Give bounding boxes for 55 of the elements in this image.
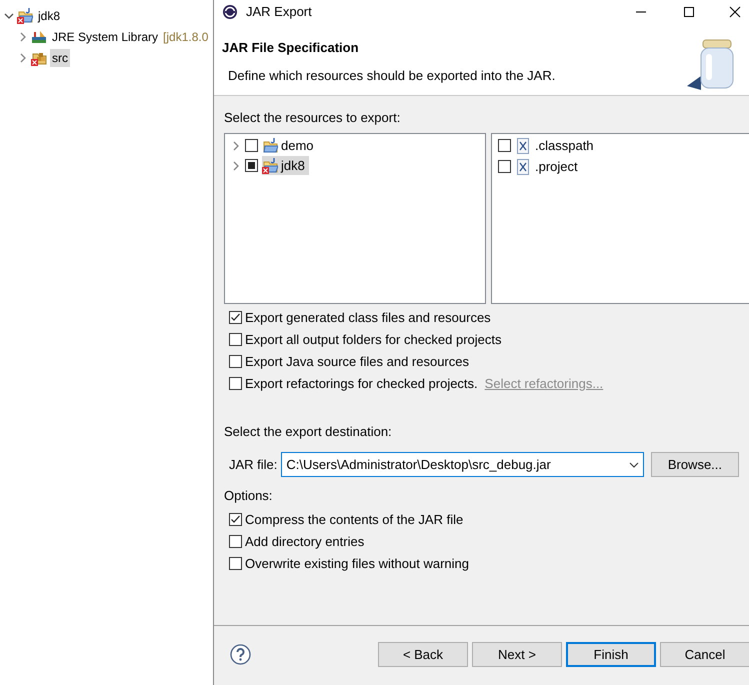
item-label: jdk8 (281, 156, 305, 175)
checkbox-label[interactable]: Export generated class files and resources (245, 308, 491, 328)
chevron-down-icon[interactable] (4, 11, 14, 21)
dialog-button[interactable]: < Back (378, 642, 468, 667)
checkbox[interactable] (229, 311, 242, 324)
page-description: Define which resources should be exported into the JAR. (228, 66, 556, 85)
checkbox-label[interactable]: Export Java source files and resources (245, 352, 469, 372)
dialog-button[interactable]: Cancel (660, 642, 749, 667)
item-label: demo (281, 136, 314, 155)
checkbox-label[interactable]: Export all output folders for checked projects (245, 330, 502, 350)
file-list[interactable]: .classpath .project (491, 132, 749, 304)
chevron-right-icon[interactable] (231, 160, 241, 170)
checkbox-label[interactable]: Add directory entries (245, 532, 364, 552)
tree-item-decoration: [jdk1.8.0 (163, 29, 208, 46)
chevron-right-icon[interactable] (18, 32, 28, 42)
checkbox-label[interactable]: Overwrite existing files without warning (245, 554, 469, 574)
file-name[interactable]: .classpath (535, 136, 594, 156)
checkbox-label[interactable]: Export refactorings for checked projects. (245, 374, 478, 394)
checkbox[interactable] (498, 160, 511, 173)
checkbox[interactable] (229, 513, 242, 526)
checkbox[interactable] (229, 557, 242, 570)
window-title: JAR Export (246, 3, 312, 22)
help-icon[interactable] (230, 644, 251, 665)
tree-item[interactable]: src (50, 49, 70, 67)
chevron-right-icon[interactable] (18, 53, 28, 63)
maximize-icon[interactable] (683, 6, 695, 18)
section-label: Select the resources to export: (224, 109, 402, 127)
tree-item[interactable]: jdk8 (36, 7, 62, 25)
checkbox-label[interactable]: Compress the contents of the JAR file (245, 510, 464, 530)
checkbox[interactable] (245, 139, 258, 152)
tree-item[interactable]: JRE System Library (50, 28, 160, 46)
file-name[interactable]: .project (535, 156, 578, 176)
dialog-button[interactable]: Finish (566, 642, 656, 667)
checkbox[interactable] (229, 333, 242, 346)
tree-item[interactable]: jdk8 (262, 156, 309, 176)
section-label: Options: (224, 487, 274, 505)
jar-file-combo[interactable]: C:\Users\Administrator\Desktop\src_debug.jar (281, 452, 644, 477)
page-title: JAR File Specification (222, 39, 360, 57)
project-tree[interactable]: demo jdk8 (224, 132, 486, 304)
checkbox[interactable] (229, 355, 242, 368)
checkbox[interactable] (229, 377, 242, 390)
checkbox[interactable] (229, 535, 242, 548)
section-label: Select the export destination: (224, 422, 393, 441)
close-icon[interactable] (729, 6, 741, 18)
dropdown-icon[interactable] (628, 462, 639, 468)
xml-file-icon (517, 138, 529, 154)
field-label: JAR file: (229, 456, 278, 474)
dialog-button[interactable]: Next > (472, 642, 562, 667)
checkbox[interactable] (245, 159, 258, 172)
checkbox[interactable] (498, 139, 511, 152)
app-icon (222, 4, 238, 20)
chevron-right-icon[interactable] (231, 140, 241, 150)
browse-button[interactable]: Browse... (650, 452, 739, 477)
tree-item[interactable]: demo (262, 136, 318, 156)
xml-file-icon (517, 158, 529, 174)
